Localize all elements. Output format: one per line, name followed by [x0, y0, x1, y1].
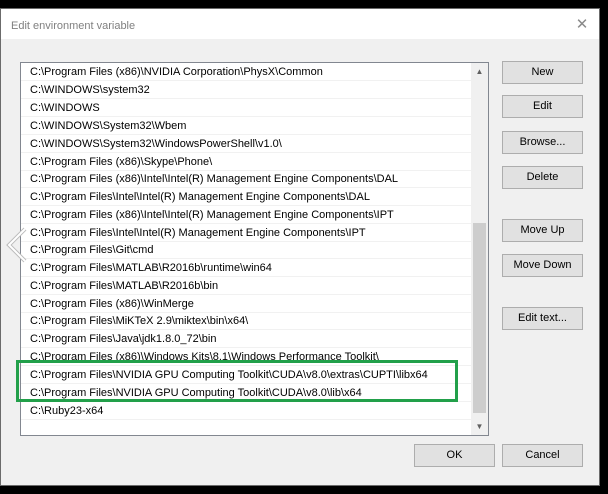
list-item[interactable]: C:\Program Files (x86)\Intel\Intel(R) Ma…: [21, 207, 473, 224]
new-button[interactable]: New: [502, 61, 583, 84]
scroll-up-icon[interactable]: ▲: [471, 63, 488, 80]
chevron-left-icon: [6, 227, 27, 263]
list-item[interactable]: C:\Program Files\NVIDIA GPU Computing To…: [21, 385, 473, 402]
list-item[interactable]: C:\Program Files\Java\jdk1.8.0_72\bin: [21, 331, 473, 348]
list-item[interactable]: C:\Program Files\NVIDIA GPU Computing To…: [21, 367, 473, 384]
edit-text-button[interactable]: Edit text...: [502, 307, 583, 330]
list-item[interactable]: C:\Program Files\MATLAB\R2016b\bin: [21, 278, 473, 295]
ok-button[interactable]: OK: [414, 444, 495, 467]
title-bar: Edit environment variable ✕: [1, 9, 599, 39]
delete-button[interactable]: Delete: [502, 166, 583, 189]
list-item[interactable]: C:\Program Files\Git\cmd: [21, 242, 473, 259]
list-item[interactable]: C:\Program Files\Intel\Intel(R) Manageme…: [21, 225, 473, 242]
list-item[interactable]: C:\Program Files (x86)\WinMerge: [21, 296, 473, 313]
edit-environment-variable-dialog: Edit environment variable ✕ C:\Program F…: [0, 8, 600, 486]
browse-button[interactable]: Browse...: [502, 131, 583, 154]
list-item[interactable]: C:\Program Files (x86)\Skype\Phone\: [21, 154, 473, 171]
list-item[interactable]: C:\WINDOWS\system32: [21, 82, 473, 99]
list-item[interactable]: C:\WINDOWS\System32\WindowsPowerShell\v1…: [21, 136, 473, 153]
list-item[interactable]: C:\Program Files\Intel\Intel(R) Manageme…: [21, 189, 473, 206]
scroll-down-icon[interactable]: ▼: [471, 418, 488, 435]
list-item[interactable]: C:\WINDOWS\System32\Wbem: [21, 118, 473, 135]
list-item[interactable]: C:\Program Files\MiKTeX 2.9\miktex\bin\x…: [21, 313, 473, 330]
move-up-button[interactable]: Move Up: [502, 219, 583, 242]
vertical-scrollbar[interactable]: ▲ ▼: [471, 63, 488, 435]
list-item[interactable]: C:\Program Files\MATLAB\R2016b\runtime\w…: [21, 260, 473, 277]
cancel-button[interactable]: Cancel: [502, 444, 583, 467]
path-list[interactable]: C:\Program Files (x86)\NVIDIA Corporatio…: [20, 62, 489, 436]
scrollbar-thumb[interactable]: [473, 223, 486, 413]
list-item[interactable]: C:\Ruby23-x64: [21, 403, 473, 420]
close-icon[interactable]: ✕: [573, 16, 591, 34]
list-item[interactable]: C:\Program Files (x86)\NVIDIA Corporatio…: [21, 64, 473, 81]
dialog-title: Edit environment variable: [11, 20, 136, 32]
edit-button[interactable]: Edit: [502, 95, 583, 118]
list-item[interactable]: C:\WINDOWS: [21, 100, 473, 117]
list-item[interactable]: C:\Program Files (x86)\Windows Kits\8.1\…: [21, 349, 473, 366]
list-item[interactable]: C:\Program Files (x86)\Intel\Intel(R) Ma…: [21, 171, 473, 188]
move-down-button[interactable]: Move Down: [502, 254, 583, 277]
